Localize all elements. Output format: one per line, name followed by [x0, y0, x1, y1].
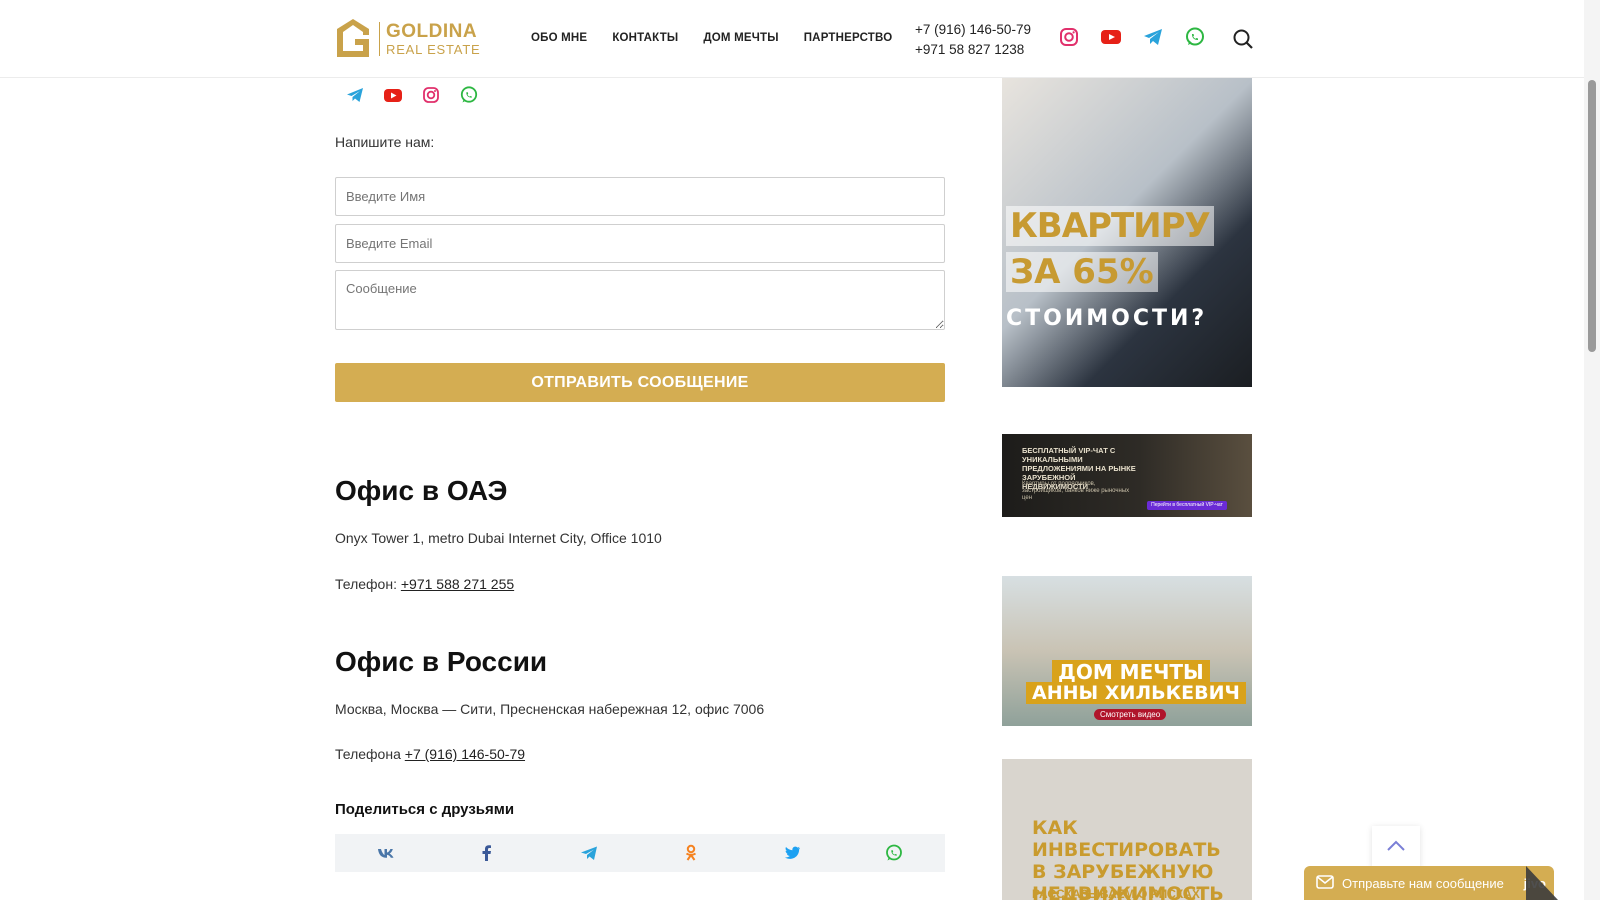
chat-widget-corner: [1526, 866, 1558, 900]
contact-social: [344, 84, 480, 106]
send-message-button[interactable]: ОТПРАВИТЬ СООБЩЕНИЕ: [335, 363, 945, 402]
nav-item-partnership[interactable]: ПАРТНЕРСТВО: [804, 32, 893, 44]
whatsapp-icon[interactable]: [458, 84, 480, 106]
banner-b4-line1: КАК ИНВЕСТИРОВАТЬ: [1032, 817, 1221, 861]
banner-b3-line2: АННЫ ХИЛЬКЕВИЧ: [1026, 682, 1246, 704]
odnoklassniki-icon[interactable]: [681, 843, 701, 863]
banner-b1-line3: СТОИМОСТИ?: [1006, 306, 1208, 331]
search-icon[interactable]: [1232, 28, 1254, 50]
whatsapp-icon[interactable]: [884, 843, 904, 863]
banner-b4-line4: РАССКАЗЫВАЕМ О РИСКАХ: [1032, 887, 1200, 900]
office-uae-phone-label: Телефон:: [335, 576, 401, 592]
office-uae-phone: Телефон: +971 588 271 255: [335, 576, 514, 592]
phone-ru[interactable]: +7 (916) 146-50-79: [915, 20, 1031, 40]
share-title: Поделиться с друзьями: [335, 801, 515, 818]
phone-uae[interactable]: +971 58 827 1238: [915, 40, 1031, 60]
vk-icon[interactable]: [376, 843, 396, 863]
main-nav: ОБО МНЕ КОНТАКТЫ ДОМ МЕЧТЫ ПАРТНЕРСТВО: [531, 32, 892, 44]
logo-mark-icon: [335, 17, 371, 61]
banner-b2-subtext: Квартиры от подрядчиков, застройщиков, б…: [1022, 481, 1130, 501]
banner-b1-line1: КВАРТИРУ: [1006, 206, 1214, 246]
whatsapp-icon[interactable]: [1184, 26, 1206, 48]
banner-b1-line2: ЗА 65%: [1006, 252, 1158, 292]
name-field[interactable]: [335, 177, 945, 216]
twitter-icon[interactable]: [782, 843, 802, 863]
banner-vip-chat[interactable]: БЕСПЛАТНЫЙ VIP-ЧАТ С УНИКАЛЬНЫМИ ПРЕДЛОЖ…: [1002, 434, 1252, 517]
chat-widget-label: Отправьте нам сообщение: [1342, 875, 1504, 891]
logo-line1: GOLDINA: [386, 21, 478, 42]
telegram-icon[interactable]: [1142, 26, 1164, 48]
office-uae-phone-link[interactable]: +971 588 271 255: [401, 576, 514, 592]
logo[interactable]: GOLDINA REAL ESTATE: [335, 16, 485, 62]
mail-icon: [1316, 874, 1334, 892]
message-field[interactable]: [335, 270, 945, 330]
instagram-icon[interactable]: [1058, 26, 1080, 48]
banner-invest[interactable]: КАК ИНВЕСТИРОВАТЬ В ЗАРУБЕЖНУЮ НЕДВИЖИМО…: [1002, 759, 1252, 900]
scrollbar[interactable]: [1584, 0, 1600, 900]
office-russia-title: Офис в России: [335, 646, 548, 677]
telegram-icon[interactable]: [579, 843, 599, 863]
nav-item-dream-home[interactable]: ДОМ МЕЧТЫ: [703, 32, 778, 44]
banner-apartment-discount[interactable]: КВАРТИРУ ЗА 65% СТОИМОСТИ?: [1002, 78, 1252, 387]
chevron-up-icon: [1386, 838, 1406, 857]
instagram-icon[interactable]: [420, 84, 442, 106]
header-phones: +7 (916) 146-50-79 +971 58 827 1238: [915, 20, 1031, 60]
share-bar: [335, 834, 945, 872]
logo-line2: REAL ESTATE: [386, 42, 481, 57]
scroll-to-top-button[interactable]: [1372, 826, 1420, 868]
office-russia-address: Москва, Москва — Сити, Пресненская набер…: [335, 701, 765, 717]
nav-item-contacts[interactable]: КОНТАКТЫ: [612, 32, 678, 44]
banner-b3-line1: ДОМ МЕЧТЫ: [1052, 660, 1210, 684]
telegram-icon[interactable]: [344, 84, 366, 106]
youtube-icon[interactable]: [382, 84, 404, 106]
office-uae-address: Onyx Tower 1, metro Dubai Internet City,…: [335, 530, 662, 546]
write-us-label: Напишите нам:: [335, 134, 435, 150]
facebook-icon[interactable]: [477, 843, 497, 863]
banner-b2-button[interactable]: Перейти в бесплатный VIP-чат: [1147, 501, 1227, 510]
banner-b3-button[interactable]: Смотреть видео: [1094, 709, 1167, 720]
office-russia-phone: Телефона +7 (916) 146-50-79: [335, 746, 525, 762]
nav-item-about[interactable]: ОБО МНЕ: [531, 32, 587, 44]
banner-b4-line2: В ЗАРУБЕЖНУЮ: [1032, 861, 1214, 883]
chat-widget[interactable]: Отправьте нам сообщение jivo: [1304, 866, 1558, 900]
header-social: [1058, 26, 1206, 48]
office-russia-phone-link[interactable]: +7 (916) 146-50-79: [405, 746, 525, 762]
office-uae-title: Офис в ОАЭ: [335, 475, 508, 506]
office-russia-phone-label: Телефона: [335, 746, 405, 762]
youtube-icon[interactable]: [1100, 26, 1122, 48]
email-field[interactable]: [335, 224, 945, 263]
site-header: GOLDINA REAL ESTATE ОБО МНЕ КОНТАКТЫ ДОМ…: [0, 0, 1584, 78]
banner-dream-home[interactable]: ДОМ МЕЧТЫ АННЫ ХИЛЬКЕВИЧ Смотреть видео: [1002, 576, 1252, 726]
scrollbar-thumb[interactable]: [1588, 80, 1596, 352]
